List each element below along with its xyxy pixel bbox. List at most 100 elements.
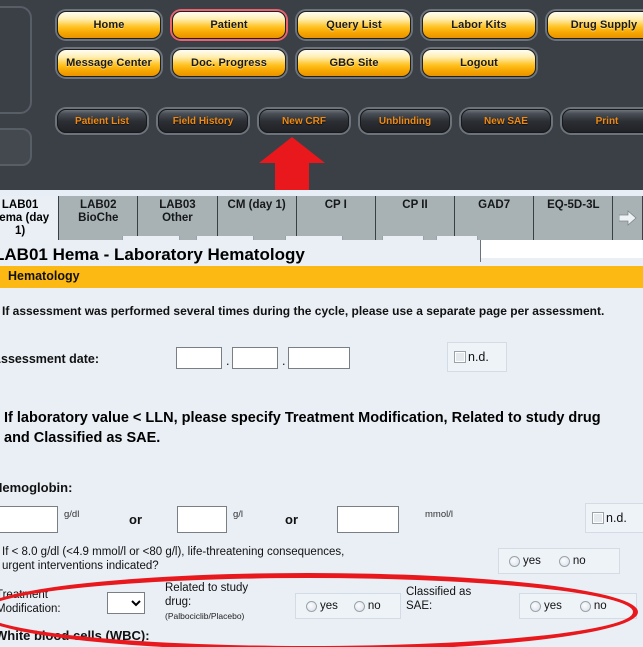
action-button-print[interactable]: Print: [562, 109, 643, 133]
classified-sae-radio-group[interactable]: yes no: [519, 593, 637, 619]
left-panel-clipped-lower: [0, 128, 32, 166]
action-button-label: Unblinding: [378, 115, 432, 127]
section-header-band: Hematology: [0, 266, 643, 288]
tab-eq-5d-3l[interactable]: EQ-5D-3L: [534, 196, 614, 240]
classified-sae-label-line2: SAE:: [406, 600, 433, 612]
action-button-unblinding[interactable]: Unblinding: [360, 109, 450, 133]
red-annotation-arrow-icon: [259, 137, 325, 190]
tab-label: CP I: [324, 199, 347, 211]
content-vertical-divider: [480, 240, 481, 262]
life-threatening-no-option[interactable]: no: [558, 555, 586, 567]
related-yes-label: yes: [320, 600, 338, 612]
arrow-right-icon[interactable]: [613, 196, 643, 240]
assessment-date-year-input[interactable]: [288, 347, 350, 369]
nav-button-label: GBG Site: [329, 57, 379, 69]
related-yes-radio[interactable]: [306, 600, 317, 612]
tab-lab03-other[interactable]: LAB03 Other: [138, 196, 218, 240]
sae-no-label: no: [593, 600, 607, 612]
action-button-new-crf[interactable]: New CRF: [259, 109, 349, 133]
sae-no-radio[interactable]: [579, 600, 591, 612]
hemoglobin-nd-checkbox[interactable]: [592, 512, 604, 524]
treatment-modification-select[interactable]: [107, 592, 145, 614]
life-threatening-yes-option[interactable]: yes: [509, 555, 541, 567]
assessment-note: If assessment was performed several time…: [2, 304, 605, 318]
hemoglobin-gdl-unit: g/dl: [64, 509, 80, 520]
sae-yes-radio[interactable]: [530, 600, 541, 612]
hemoglobin-nd-box[interactable]: n.d.: [585, 503, 643, 533]
hemoglobin-gl-input[interactable]: [177, 506, 227, 533]
tab-lab02-bioche[interactable]: LAB02 BioChe: [59, 196, 139, 240]
tab-label: EQ-5D-3L: [547, 199, 600, 211]
assessment-date-nd-label: n.d.: [468, 350, 489, 364]
tab-label: LAB03 Other: [159, 199, 196, 224]
nav-button-label: Query List: [326, 19, 382, 31]
nav-button-labor-kits[interactable]: Labor Kits: [422, 11, 536, 39]
nav-button-label: Labor Kits: [451, 19, 507, 31]
top-toolbar: Home Patient Query List Labor Kits Drug Supp…: [0, 0, 643, 190]
action-button-new-sae[interactable]: New SAE: [461, 109, 551, 133]
date-separator-2: .: [282, 354, 286, 368]
hemoglobin-gdl-input[interactable]: [0, 506, 58, 533]
sae-no-option[interactable]: no: [579, 600, 607, 612]
nav-button-label: Doc. Progress: [191, 57, 267, 69]
life-threatening-yes-radio[interactable]: [509, 555, 520, 567]
assessment-date-nd-checkbox[interactable]: [454, 351, 466, 363]
tab-gad7[interactable]: GAD7: [455, 196, 535, 240]
action-button-field-history[interactable]: Field History: [158, 109, 248, 133]
section-header-label: Hematology: [8, 269, 80, 283]
tab-label: LAB02 BioChe: [78, 199, 119, 224]
action-button-label: Print: [595, 115, 619, 127]
nav-button-doc-progress[interactable]: Doc. Progress: [172, 49, 286, 77]
action-button-label: Patient List: [75, 115, 129, 127]
related-to-study-drug-label-line2: drug:: [165, 596, 192, 608]
nav-button-message-center[interactable]: Message Center: [57, 49, 161, 77]
action-button-patient-list[interactable]: Patient List: [57, 109, 147, 133]
action-button-label: New CRF: [282, 115, 326, 127]
crf-tab-bar[interactable]: LAB01 Hema (day 1) LAB02 BioChe LAB03 Othe…: [0, 196, 643, 240]
tab-lab01-hema[interactable]: LAB01 Hema (day 1): [0, 196, 60, 240]
nav-button-home[interactable]: Home: [57, 11, 161, 39]
tab-label: LAB01 Hema (day 1): [0, 199, 50, 237]
life-threatening-radio-group[interactable]: yes no: [498, 548, 620, 574]
crf-form-content: LAB01 Hema - Laboratory Hematology Hemat…: [0, 240, 643, 647]
related-to-study-drug-radio-group[interactable]: yes no: [295, 593, 401, 619]
bold-instruction: If laboratory value < LLN, please specif…: [4, 410, 601, 446]
nav-button-label: Logout: [460, 57, 498, 69]
wbc-label: White blood cells (WBC):: [0, 628, 150, 643]
content-white-strip: [481, 240, 643, 258]
related-no-option[interactable]: no: [353, 600, 381, 612]
assessment-date-day-input[interactable]: [176, 347, 222, 369]
nav-button-gbg-site[interactable]: GBG Site: [297, 49, 411, 77]
nav-button-logout[interactable]: Logout: [422, 49, 536, 77]
related-yes-option[interactable]: yes: [306, 600, 338, 612]
related-no-radio[interactable]: [353, 600, 365, 612]
action-button-label: New SAE: [484, 115, 528, 127]
tab-cp-2[interactable]: CP II: [375, 196, 456, 240]
hemoglobin-gl-unit: g/l: [233, 509, 244, 520]
tab-label: CM (day 1): [227, 199, 286, 211]
primary-nav-row-1: Home Patient Query List Labor Kits Drug Supp…: [57, 11, 643, 39]
assessment-date-label: Assessment date:: [0, 352, 99, 366]
tab-label: CP II: [402, 199, 428, 211]
nav-button-label: Message Center: [66, 57, 152, 69]
hemoglobin-nd-label: n.d.: [606, 511, 627, 525]
tab-cm-day1[interactable]: CM (day 1): [217, 196, 297, 240]
left-panel-clipped: [0, 6, 32, 114]
related-no-label: no: [367, 600, 381, 612]
nav-button-drug-supply[interactable]: Drug Supply: [547, 11, 643, 39]
sae-yes-option[interactable]: yes: [530, 600, 562, 612]
tab-cp-1[interactable]: CP I: [296, 196, 376, 240]
assessment-date-month-input[interactable]: [232, 347, 278, 369]
page-title: LAB01 Hema - Laboratory Hematology: [0, 245, 305, 264]
classified-sae-label-line1: Classified as: [406, 586, 472, 598]
or-separator-2: or: [285, 512, 298, 527]
hemoglobin-mmoll-input[interactable]: [337, 506, 399, 533]
assessment-date-nd-box[interactable]: n.d.: [447, 342, 507, 372]
treatment-modification-label-line2: Modification:: [0, 603, 61, 615]
nav-button-patient[interactable]: Patient: [172, 11, 286, 39]
life-threatening-no-radio[interactable]: [558, 555, 570, 567]
secondary-action-row: Patient List Field History New CRF Unblindi…: [57, 109, 643, 133]
hemoglobin-label: Hemoglobin:: [0, 480, 73, 495]
life-threatening-question-line1: If < 8.0 g/dl (<4.9 mmol/l or <80 g/l), …: [2, 546, 345, 558]
nav-button-query-list[interactable]: Query List: [297, 11, 411, 39]
